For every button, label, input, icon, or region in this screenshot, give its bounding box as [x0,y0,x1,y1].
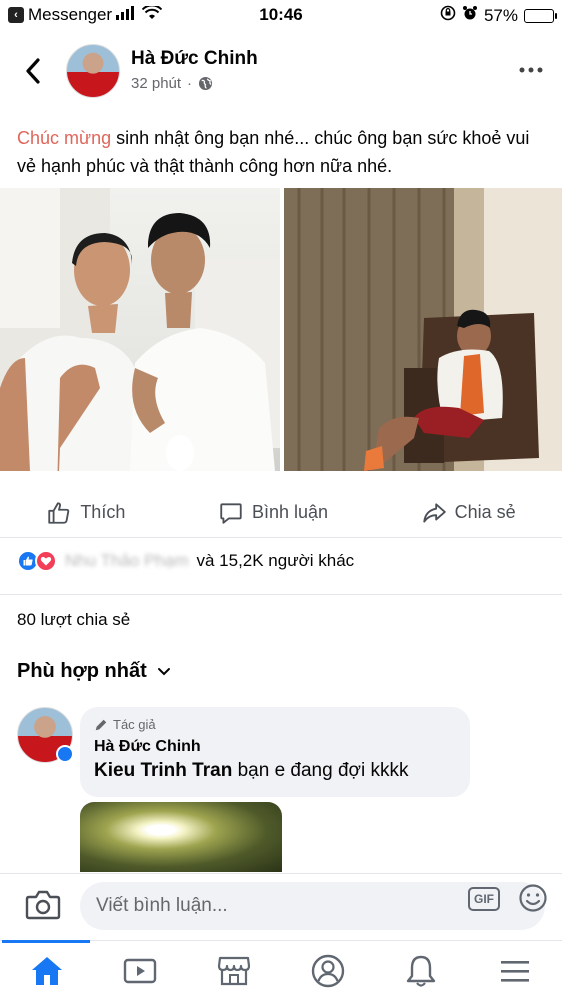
reaction-icons [17,550,57,572]
author-badge-label: Tác giả [113,717,156,732]
author-name[interactable]: Hà Đức Chinh [131,48,258,70]
active-tab-indicator [2,940,90,943]
photo-two-friends[interactable] [0,188,280,471]
back-button[interactable] [20,56,46,86]
gif-icon[interactable]: GIF [468,887,500,911]
comment-input-bar: Viết bình luận... GIF [0,873,562,937]
share-label: Chia sẻ [454,502,516,522]
reactions-summary[interactable]: Nhu Thảo Phạm và 15,2K người khác [17,550,354,572]
post-actions: Thích Bình luận Chia sẻ [0,488,562,538]
post-meta: 32 phút · [131,75,213,92]
comment-button[interactable]: Bình luận [218,500,328,526]
camera-button[interactable] [25,889,61,926]
comment-text: Kieu Trinh Tran bạn e đang đợi kkkk [94,760,456,782]
alarm-icon [462,5,478,26]
post-header: Hà Đức Chinh 32 phút · [0,38,562,108]
globe-icon [198,76,213,91]
comment-input-placeholder: Viết bình luận... [96,895,228,916]
like-button[interactable]: Thích [46,500,125,526]
comment-mention[interactable]: Kieu Trinh Tran [94,760,232,781]
pencil-icon [95,719,107,730]
post-photos [0,188,562,471]
comment-icon [220,502,242,524]
nav-profile[interactable] [298,946,358,996]
like-icon [48,501,70,524]
nav-notifications[interactable] [391,946,451,996]
author-badge: Tác giả [94,717,456,732]
more-button[interactable] [518,62,544,74]
comment-photo[interactable] [80,802,282,872]
more-icon [519,67,543,73]
profile-icon [311,954,344,987]
verified-badge-icon [56,745,74,763]
bottom-nav [0,940,562,1000]
back-icon [26,58,40,84]
share-icon [422,502,446,523]
comment-label: Bình luận [251,502,329,522]
share-button[interactable]: Chia sẻ [421,500,516,526]
battery-icon [524,8,557,23]
menu-icon [501,960,530,982]
watch-icon [124,958,157,983]
home-icon [31,956,62,985]
chevron-down-icon [157,667,170,675]
emoji-icon [519,884,547,912]
camera-icon [25,890,61,920]
divider [0,594,562,595]
emoji-button[interactable] [518,883,548,918]
comment-sort[interactable]: Phù hợp nhất [17,660,171,683]
comment-bubble[interactable]: Tác giả Hà Đức Chinh Kieu Trinh Tran bạn… [80,707,470,797]
rotation-lock-icon [440,5,456,26]
nav-home[interactable] [17,946,77,996]
reactor-name[interactable]: Nhu Thảo Phạm [65,551,188,571]
post-text: Chúc mừng sinh nhật ông bạn nhé... chúc … [17,124,547,180]
nav-marketplace[interactable] [204,946,264,996]
post-time[interactable]: 32 phút [131,75,181,92]
like-label: Thích [80,502,126,522]
notifications-icon [407,955,436,987]
status-bar: ‹ Messenger 10:46 57% [0,0,562,30]
shares-count[interactable]: 80 lượt chia sẻ [17,610,130,630]
reactions-count[interactable]: và 15,2K người khác [196,551,354,571]
battery-percent: 57% [483,5,518,25]
comment-body: bạn e đang đợi kkkk [232,760,409,781]
dot-separator: · [187,75,193,92]
photo-armchair[interactable] [284,188,562,471]
nav-menu[interactable] [485,946,545,996]
post-text-highlight[interactable]: Chúc mừng [17,128,111,148]
nav-watch[interactable] [110,946,170,996]
status-right: 57% [440,5,557,26]
sort-label: Phù hợp nhất [17,660,147,682]
commenter-name[interactable]: Hà Đức Chinh [94,738,456,756]
marketplace-icon [218,956,251,985]
author-avatar[interactable] [66,44,120,98]
love-reaction-icon [35,550,57,572]
